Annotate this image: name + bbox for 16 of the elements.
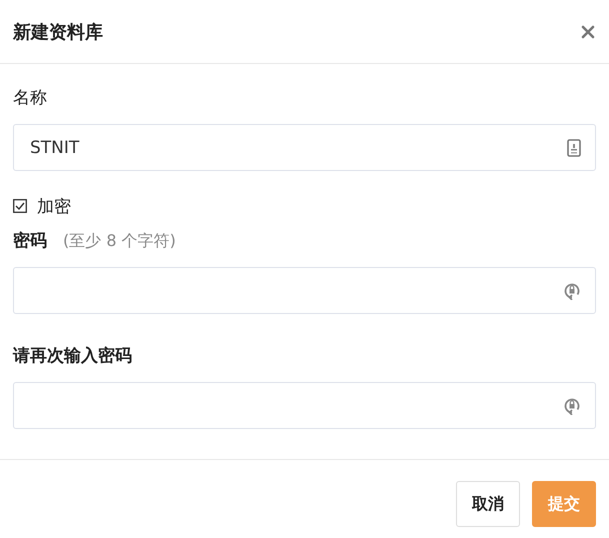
dialog-title: 新建资料库: [13, 20, 103, 44]
field-value: STNIT: [30, 138, 80, 158]
field-hint: (至少 8 个字符): [63, 231, 176, 252]
lock-icon: [564, 282, 581, 300]
lock-icon: [564, 396, 581, 414]
cancel-button[interactable]: 取消: [456, 481, 520, 527]
checkbox-label: 加密: [37, 196, 71, 218]
checkbox[interactable]: [13, 199, 27, 213]
password-field[interactable]: [13, 267, 596, 314]
field-label: 名称: [13, 87, 47, 109]
close-icon[interactable]: [581, 24, 595, 38]
name-field[interactable]: STNIT: [13, 124, 596, 171]
field-label: 密码: [13, 230, 47, 252]
confirm-password-field[interactable]: [13, 382, 596, 429]
contact-card-icon: [567, 138, 581, 156]
field-label: 请再次输入密码: [13, 345, 132, 367]
